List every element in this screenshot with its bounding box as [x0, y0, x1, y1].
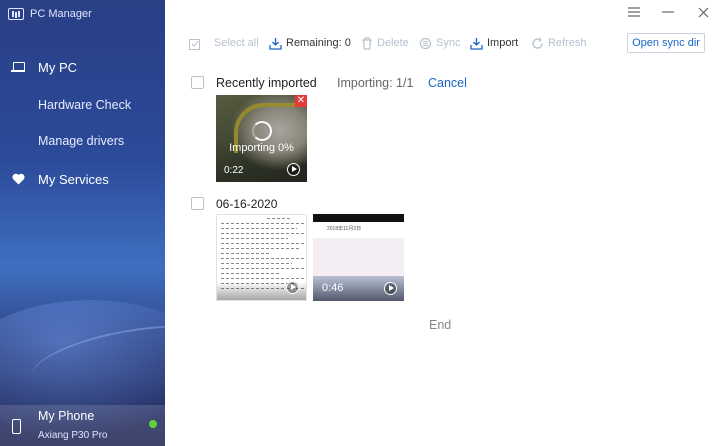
close-icon[interactable]: [695, 4, 711, 20]
sidebar-item-manage-drivers[interactable]: Manage drivers: [0, 126, 165, 156]
remaining-label: Remaining: 0: [286, 37, 351, 49]
select-all-label: Select all: [214, 37, 259, 49]
phone-screen-header: 2018年11月2日: [313, 222, 404, 238]
menu-icon[interactable]: [626, 4, 642, 20]
recent-select-checkbox[interactable]: [191, 76, 204, 89]
sidebar: PC Manager My PC Hardware Check Manage d…: [0, 0, 165, 446]
app-title-text: PC Manager: [30, 8, 92, 20]
video-thumbnail-phone-screen[interactable]: 2018年11月2日 0:46: [313, 214, 404, 301]
import-progress-label: Importing 0%: [229, 142, 294, 154]
sync-button[interactable]: Sync: [419, 35, 460, 51]
import-button[interactable]: Import: [470, 35, 518, 51]
video-thumbnail-document[interactable]: [216, 214, 307, 301]
download-icon: [269, 37, 282, 50]
app-title: PC Manager: [8, 6, 92, 22]
delete-button[interactable]: Delete: [360, 35, 409, 51]
select-all-icon: [189, 37, 202, 50]
list-end-label: End: [429, 318, 452, 332]
import-label: Import: [487, 37, 519, 49]
sidebar-item-hardware-check[interactable]: Hardware Check: [0, 90, 165, 120]
sidebar-item-my-services[interactable]: My Services: [0, 164, 165, 194]
phone-screen-date: 2018年11月2日: [327, 226, 362, 232]
sidebar-item-my-pc[interactable]: My PC: [0, 52, 165, 82]
open-sync-dir-button[interactable]: Open sync dir: [627, 33, 705, 53]
sidebar-item-label: Manage drivers: [38, 134, 125, 148]
refresh-icon: [531, 37, 544, 50]
phone-icon: [12, 419, 21, 434]
group-select-checkbox[interactable]: [191, 197, 204, 210]
remaining-button[interactable]: Remaining: 0: [269, 35, 351, 51]
video-duration: 0:22: [224, 165, 244, 176]
phone-model: Axiang P30 Pro: [38, 430, 108, 441]
import-icon: [470, 37, 483, 50]
sidebar-item-label: Hardware Check: [38, 98, 132, 112]
toolbar: Select all Remaining: 0 Delete Sync Impo…: [165, 28, 720, 58]
recent-section-title: Recently imported: [216, 76, 317, 90]
video-duration: 0:46: [322, 282, 344, 294]
delete-label: Delete: [377, 37, 409, 49]
sync-icon: [419, 37, 432, 50]
group-date-title: 06-16-2020: [216, 197, 278, 211]
play-icon[interactable]: [384, 282, 397, 295]
refresh-button[interactable]: Refresh: [531, 35, 587, 51]
sidebar-item-label: My Services: [38, 171, 109, 187]
trash-icon: [360, 36, 373, 50]
app-logo-icon: [8, 8, 24, 20]
importing-status: Importing: 1/1: [337, 76, 414, 90]
minimize-icon[interactable]: [660, 4, 676, 20]
importing-video-thumbnail[interactable]: Importing 0% 0:22 ✕: [216, 95, 307, 182]
play-icon[interactable]: [286, 281, 299, 294]
refresh-label: Refresh: [548, 37, 587, 49]
connection-status-dot: [149, 420, 157, 428]
loading-spinner-icon: [252, 121, 272, 141]
select-all-button[interactable]: Select all: [189, 35, 259, 51]
phone-status-bar: [313, 214, 404, 222]
connected-phone[interactable]: My Phone Axiang P30 Pro: [0, 405, 165, 446]
remove-icon[interactable]: ✕: [295, 95, 307, 107]
heart-icon: [11, 172, 25, 186]
play-icon[interactable]: [287, 163, 300, 176]
phone-name: My Phone: [38, 409, 95, 423]
sidebar-item-label: My PC: [38, 59, 77, 75]
sync-label: Sync: [436, 37, 461, 49]
laptop-icon: [11, 60, 25, 74]
cancel-import-link[interactable]: Cancel: [428, 76, 467, 90]
